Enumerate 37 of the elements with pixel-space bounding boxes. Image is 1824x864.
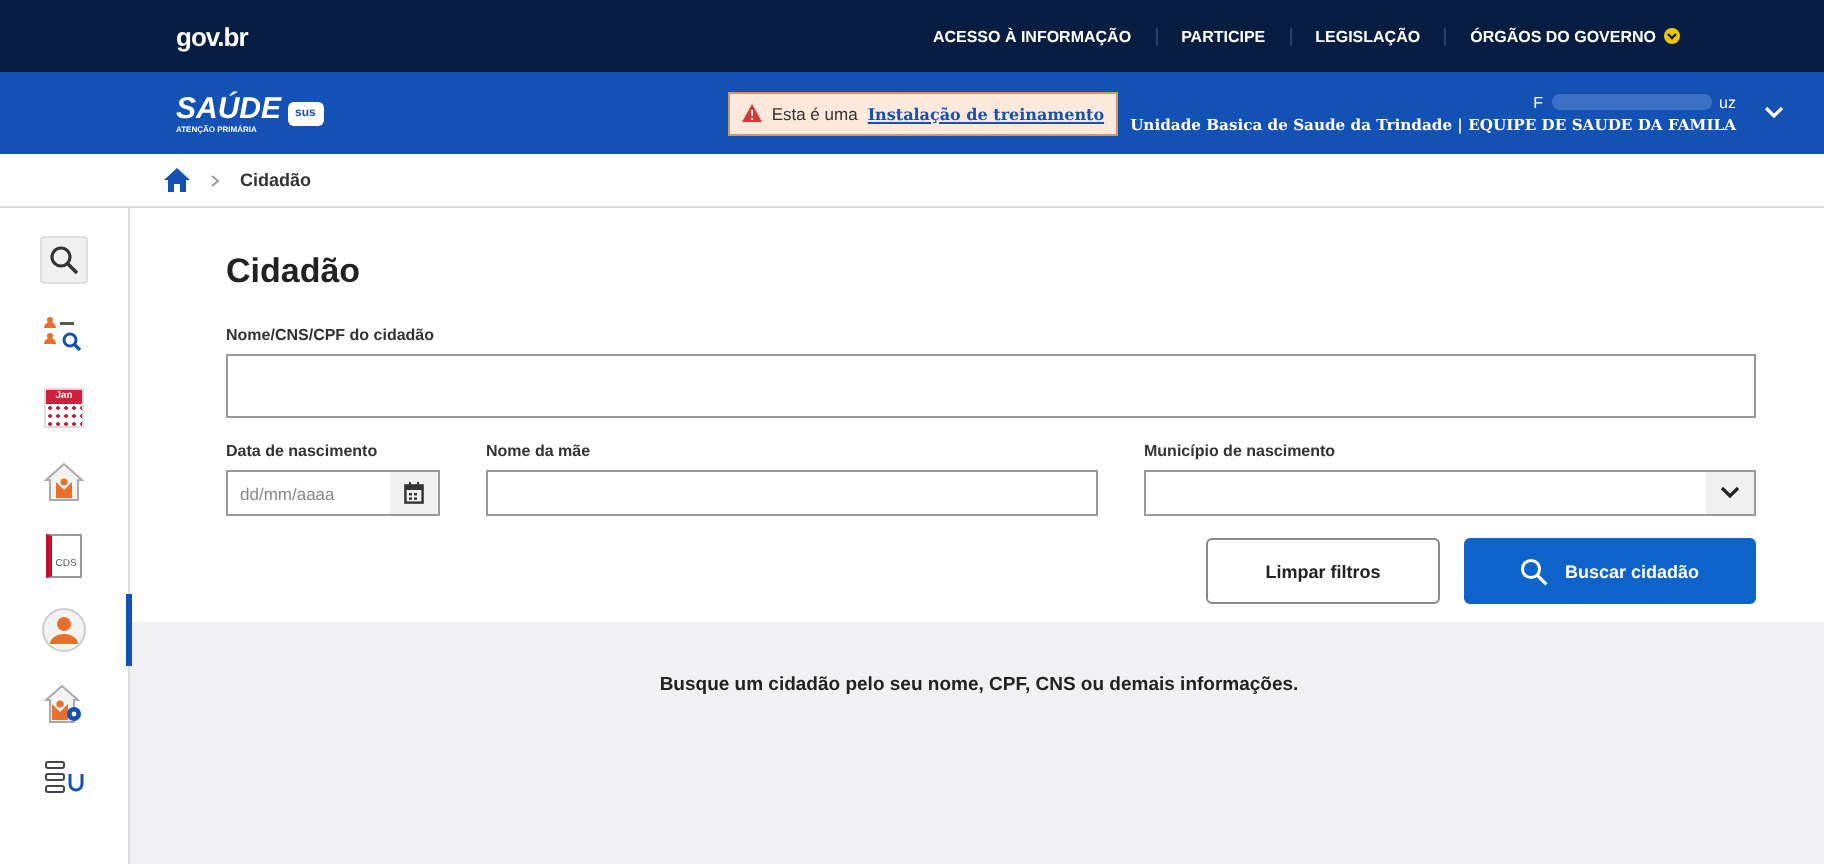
field-label: Município de nascimento bbox=[1144, 442, 1338, 460]
search-icon bbox=[48, 244, 80, 276]
people-search-icon bbox=[44, 316, 84, 352]
warning-icon bbox=[741, 104, 762, 122]
field-label: Nome/CNS/CPF do cidadão bbox=[226, 326, 437, 344]
home-icon[interactable] bbox=[164, 168, 190, 192]
notice-text: Esta é uma bbox=[771, 103, 858, 123]
chevron-down-icon bbox=[1720, 486, 1740, 500]
nav-link[interactable]: ÓRGÃOS DO GOVERNO bbox=[1444, 27, 1704, 45]
chevron-right-icon bbox=[210, 173, 220, 187]
empty-state-message: Busque um cidadão pelo seu nome, CPF, CNS ou demais informações. bbox=[659, 674, 1299, 700]
nav-link[interactable]: PARTICIPE bbox=[1155, 27, 1290, 45]
field-label: Nome da mãe bbox=[486, 442, 593, 460]
page-title: Cidadão bbox=[226, 252, 363, 292]
select-field[interactable] bbox=[1144, 470, 1756, 516]
text-field[interactable] bbox=[486, 470, 1098, 516]
date-input[interactable]: dd/mm/aaaa bbox=[228, 483, 390, 503]
chevron-down-icon bbox=[1664, 28, 1680, 44]
list-stethoscope-icon bbox=[44, 758, 84, 798]
training-link[interactable]: Instalação de treinamento bbox=[867, 103, 1105, 123]
breadcrumb-current: Cidadão bbox=[240, 170, 312, 190]
nav-link[interactable]: ACESSO À INFORMAÇÃO bbox=[908, 27, 1156, 45]
field-label: Data de nascimento bbox=[226, 442, 380, 460]
house-person-icon bbox=[44, 462, 84, 502]
nav-link[interactable]: LEGISLAÇÃO bbox=[1289, 27, 1445, 45]
search-button[interactable]: Buscar cidadão bbox=[1464, 538, 1756, 604]
calendar-icon bbox=[404, 482, 424, 504]
house-gear-icon bbox=[44, 684, 84, 724]
search-icon bbox=[1520, 557, 1549, 585]
text-field[interactable] bbox=[226, 354, 1756, 418]
clear-filters-button[interactable]: Limpar filtros bbox=[1206, 538, 1440, 604]
chevron-down-icon[interactable] bbox=[1764, 106, 1784, 120]
person-icon bbox=[42, 608, 86, 652]
govbr-logo[interactable]: gov.br bbox=[176, 21, 909, 51]
date-field[interactable]: dd/mm/aaaa bbox=[226, 470, 440, 516]
user-name: F bbox=[1533, 93, 1544, 111]
user-name: uz bbox=[1719, 93, 1736, 111]
